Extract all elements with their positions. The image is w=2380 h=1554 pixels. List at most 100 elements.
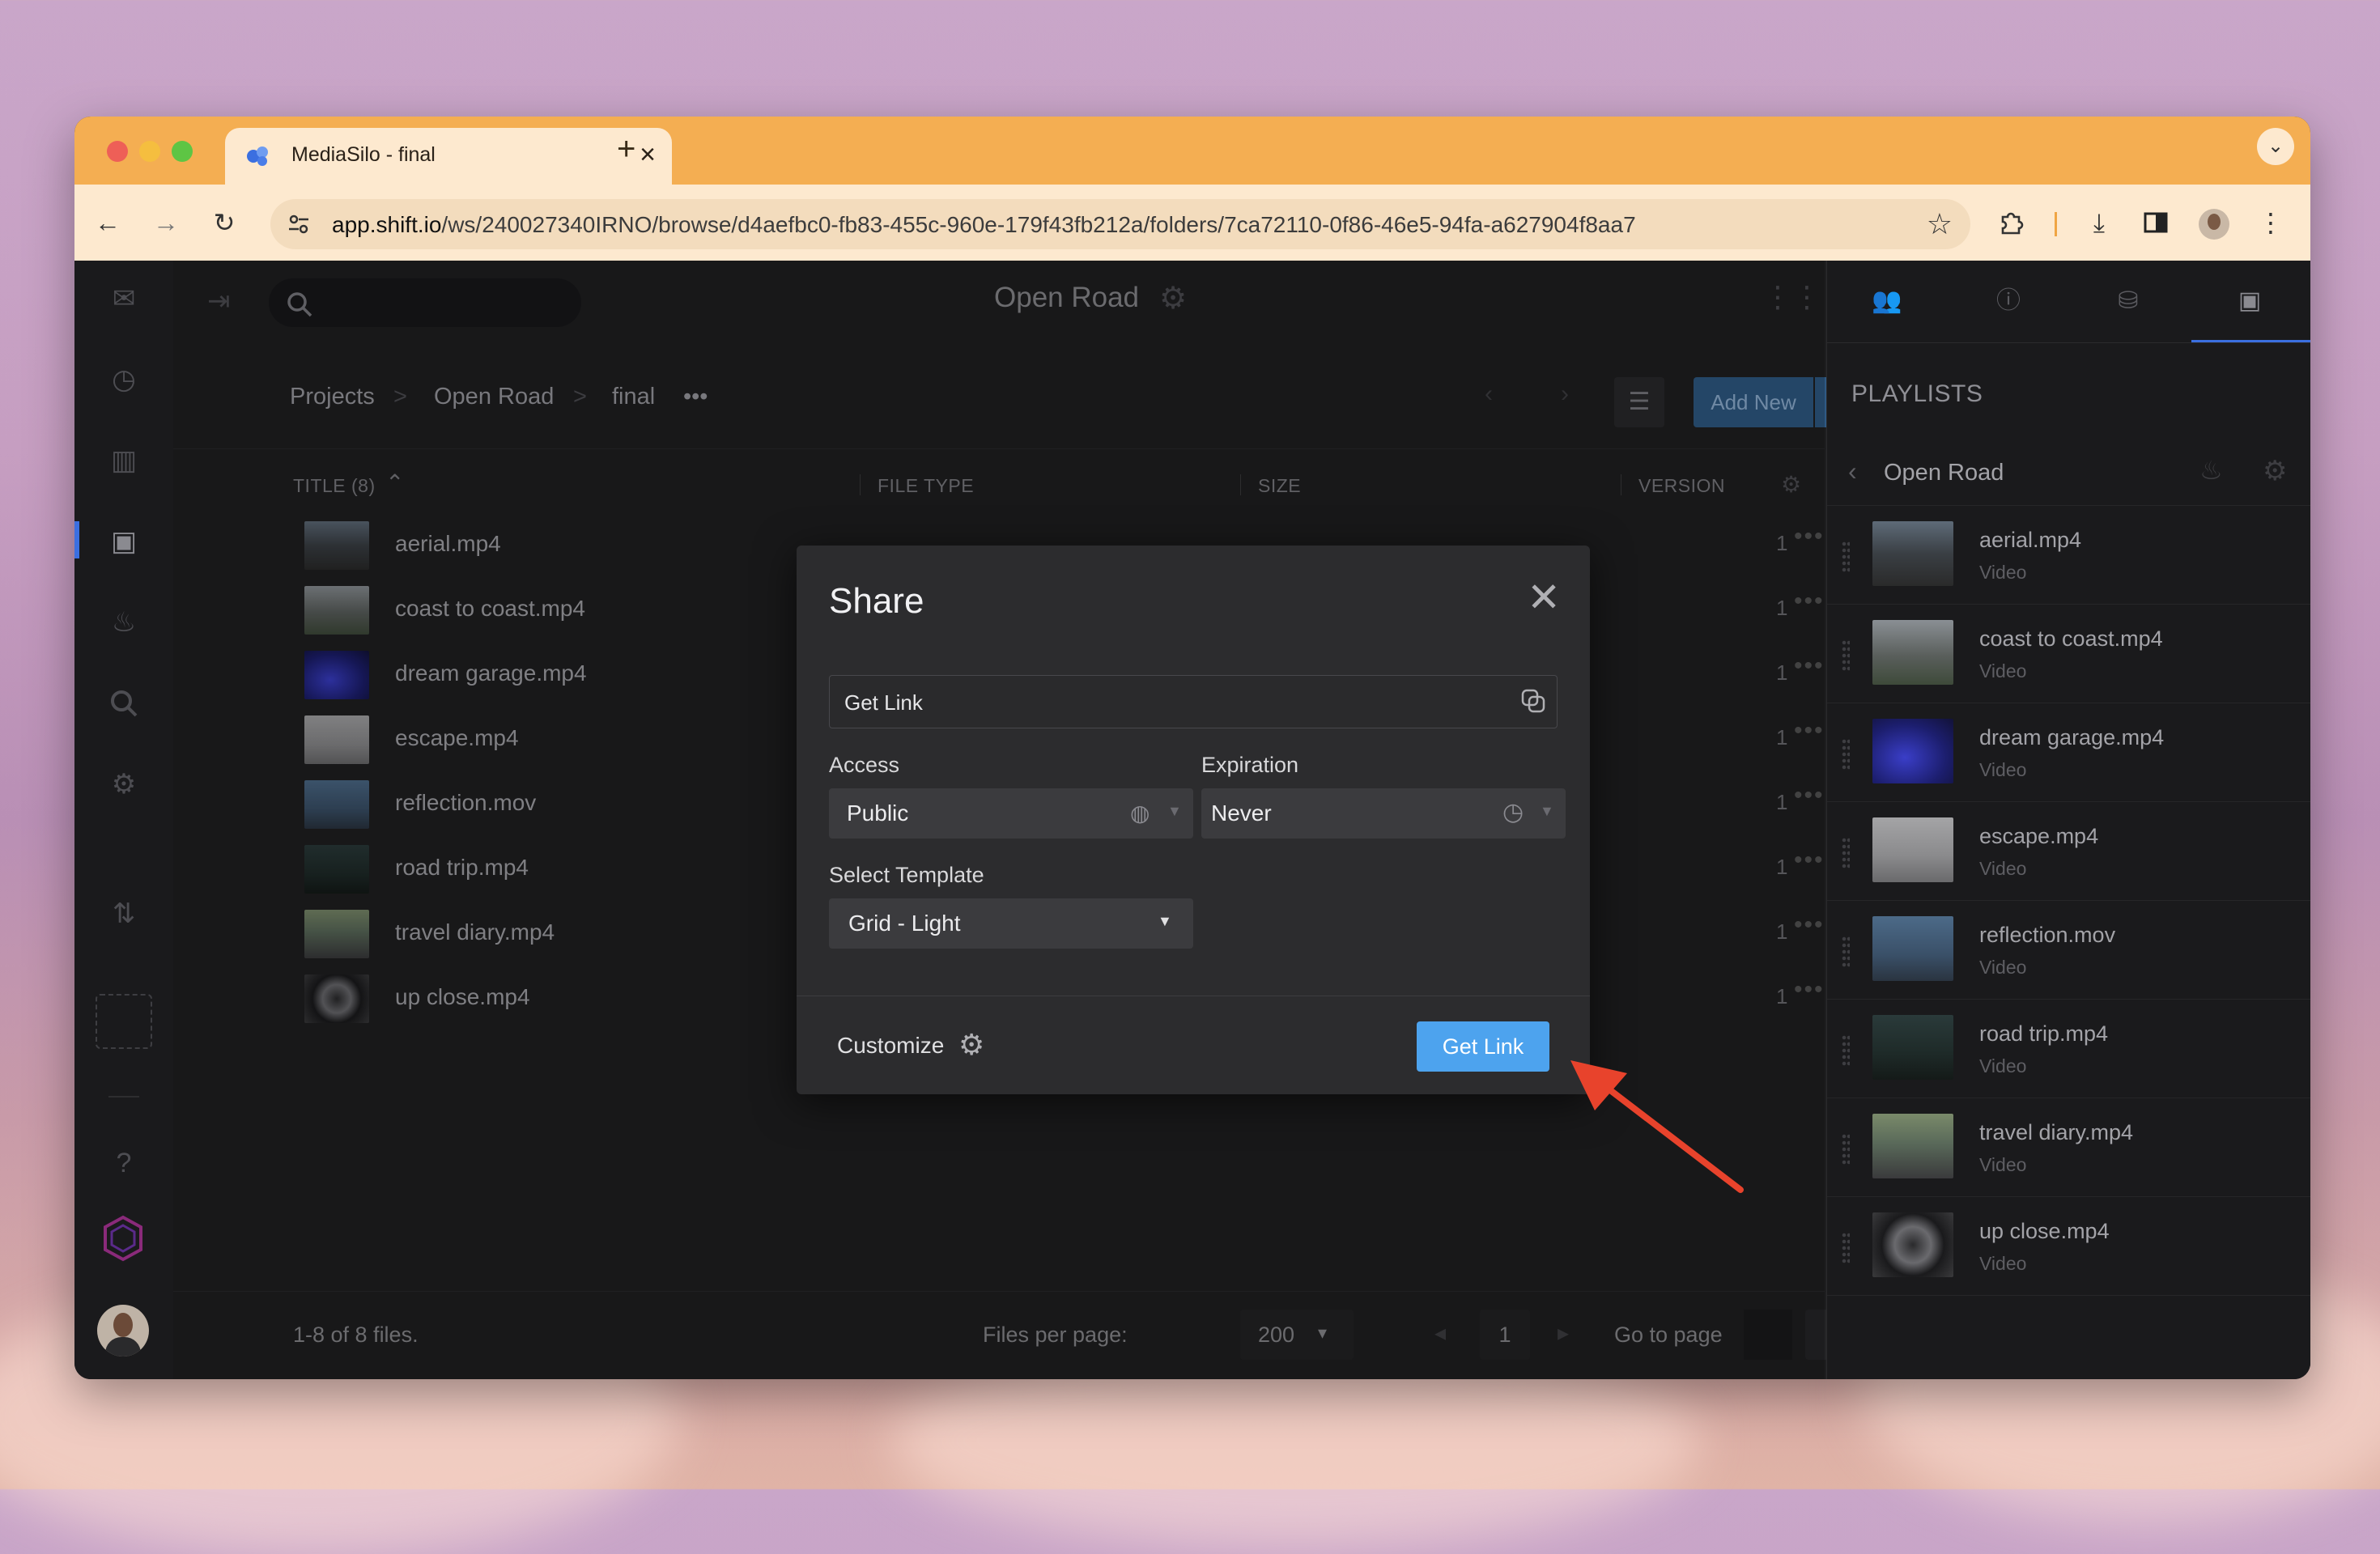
playlist-name[interactable]: Open Road <box>1884 460 2004 486</box>
chevron-down-icon: ▼ <box>1167 803 1182 819</box>
settings-icon[interactable]: ⚙ <box>107 767 141 801</box>
inbox-icon[interactable]: ✉ <box>107 282 141 316</box>
video-thumbnail <box>1872 916 1953 981</box>
playlist-item[interactable]: road trip.mp4 Video <box>1827 999 2310 1098</box>
playlist-item-name: road trip.mp4 <box>1979 1021 2109 1046</box>
video-thumbnail <box>1872 719 1953 783</box>
chevron-down-icon: ▼ <box>1540 803 1554 819</box>
globe-icon: ◍ <box>1130 800 1150 826</box>
playlist-settings-icon[interactable]: ⚙ <box>2263 455 2287 487</box>
access-select[interactable]: Public ◍ ▼ <box>829 788 1193 839</box>
drag-handle-icon[interactable] <box>1842 1133 1850 1166</box>
share-link-placeholder: Get Link <box>844 690 923 715</box>
address-bar[interactable]: app.shift.io/ws/240027340IRNO/browse/d4a… <box>270 199 1970 249</box>
users-icon[interactable]: 👥 <box>1871 285 1903 317</box>
info-icon[interactable]: ⓘ <box>1992 285 2025 317</box>
close-icon[interactable]: ✕ <box>1527 577 1561 618</box>
playlist-item-name: reflection.mov <box>1979 923 2116 947</box>
playlist-item-name: coast to coast.mp4 <box>1979 626 2163 651</box>
playlist-item-name: up close.mp4 <box>1979 1219 2110 1243</box>
database-icon[interactable]: ⛁ <box>2112 285 2144 317</box>
expiration-select[interactable]: Never ◷ ▼ <box>1201 788 1566 839</box>
drag-handle-icon[interactable] <box>1842 639 1850 672</box>
tab-search-dropdown[interactable]: ⌄ <box>2257 128 2294 165</box>
drag-handle-icon[interactable] <box>1842 1232 1850 1264</box>
url-text: app.shift.io/ws/240027340IRNO/browse/d4a… <box>332 212 1636 238</box>
customize-link[interactable]: Customize <box>837 1033 944 1059</box>
avatar[interactable] <box>97 1305 149 1357</box>
back-icon[interactable]: ← <box>94 209 121 236</box>
share-link-field[interactable]: Get Link <box>829 675 1558 728</box>
chart-icon[interactable]: ▥ <box>107 444 141 478</box>
video-thumbnail <box>1872 620 1953 685</box>
playlist-header: ‹ Open Road ♨ ⚙ <box>1827 440 2310 506</box>
playlist-item-type: Video <box>1979 1055 2027 1076</box>
fire-icon[interactable]: ♨ <box>107 605 141 639</box>
clock-icon[interactable]: ◷ <box>107 363 141 397</box>
template-select[interactable]: Grid - Light ▼ <box>829 898 1193 949</box>
sort-icon[interactable]: ⇅ <box>107 897 141 931</box>
reload-icon[interactable]: ↻ <box>210 209 238 236</box>
playlist-item-name: escape.mp4 <box>1979 824 2099 848</box>
video-thumbnail <box>1872 521 1953 586</box>
url-path: /ws/240027340IRNO/browse/d4aefbc0-fb83-4… <box>441 212 1636 237</box>
playlist-item-type: Video <box>1979 858 2027 879</box>
minimize-window-button[interactable] <box>139 141 160 162</box>
playlist-icon[interactable]: ▣ <box>2233 285 2266 317</box>
playlist-item[interactable]: dream garage.mp4 Video <box>1827 703 2310 802</box>
browser-tab[interactable]: MediaSilo - final × <box>225 128 672 185</box>
playlist-item-name: travel diary.mp4 <box>1979 1120 2134 1144</box>
tab-close-icon[interactable]: × <box>640 139 656 170</box>
fire-icon[interactable]: ♨ <box>2199 455 2223 486</box>
playlist-item[interactable]: up close.mp4 Video <box>1827 1196 2310 1296</box>
drag-handle-icon[interactable] <box>1842 936 1850 968</box>
back-chevron-icon[interactable]: ‹ <box>1848 456 1857 486</box>
bookmark-star-icon[interactable]: ☆ <box>1927 207 1953 241</box>
playlist-item-type: Video <box>1979 759 2027 780</box>
drag-handle-icon[interactable] <box>1842 837 1850 869</box>
url-host: app.shift.io <box>332 212 442 237</box>
caret-down-icon: ▼ <box>1158 913 1172 929</box>
drag-handle-icon[interactable] <box>1842 1034 1850 1067</box>
profile-avatar[interactable] <box>2199 209 2229 240</box>
customize-gear-icon[interactable]: ⚙ <box>958 1028 984 1062</box>
rail-divider <box>108 1096 139 1098</box>
new-tab-button[interactable]: + <box>617 131 635 168</box>
copy-link-icon[interactable] <box>1519 687 1547 715</box>
playlist-item[interactable]: reflection.mov Video <box>1827 900 2310 1000</box>
browser-toolbar: ← → ↻ app.shift.io/ws/240027340IRNO/brow… <box>74 185 2310 261</box>
avatar-face <box>113 1313 133 1337</box>
close-window-button[interactable] <box>107 141 128 162</box>
modal-title: Share <box>829 581 924 621</box>
get-link-button[interactable]: Get Link <box>1417 1021 1549 1072</box>
playlist-item[interactable]: coast to coast.mp4 Video <box>1827 604 2310 703</box>
search-icon[interactable] <box>107 686 141 720</box>
forward-icon[interactable]: → <box>152 209 180 236</box>
drag-handle-icon[interactable] <box>1842 738 1850 771</box>
video-thumbnail <box>1872 1212 1953 1277</box>
playlist-item-name: dream garage.mp4 <box>1979 725 2165 749</box>
playlist-item[interactable]: aerial.mp4 Video <box>1827 505 2310 605</box>
playlists-panel: 👥 ⓘ ⛁ ▣ PLAYLISTS ‹ Open Road ♨ ⚙ aerial… <box>1826 261 2310 1379</box>
tab-bar: MediaSilo - final × + ⌄ <box>74 117 2310 185</box>
avatar-face <box>2208 214 2221 230</box>
side-panel-icon[interactable] <box>2142 209 2170 236</box>
site-settings-icon <box>289 214 308 234</box>
download-icon[interactable]: ⤓ <box>2085 209 2113 236</box>
playlist-item-type: Video <box>1979 660 2027 681</box>
archive-icon[interactable]: ▣ <box>107 524 141 558</box>
zoom-window-button[interactable] <box>172 141 193 162</box>
extensions-icon[interactable] <box>1998 209 2025 236</box>
video-thumbnail <box>1872 1015 1953 1080</box>
drag-handle-icon[interactable] <box>1842 541 1850 573</box>
browser-menu-icon[interactable]: ⋮ <box>2257 209 2284 236</box>
help-icon[interactable]: ? <box>107 1146 141 1180</box>
dashed-box-icon[interactable] <box>96 994 152 1049</box>
playlist-item-type: Video <box>1979 1253 2027 1274</box>
playlist-item[interactable]: travel diary.mp4 Video <box>1827 1098 2310 1197</box>
access-label: Access <box>829 753 900 777</box>
playlist-item[interactable]: escape.mp4 Video <box>1827 801 2310 901</box>
playlists-heading: PLAYLISTS <box>1851 380 1983 407</box>
expiration-value: Never <box>1211 800 1272 826</box>
expiration-label: Expiration <box>1201 753 1299 777</box>
